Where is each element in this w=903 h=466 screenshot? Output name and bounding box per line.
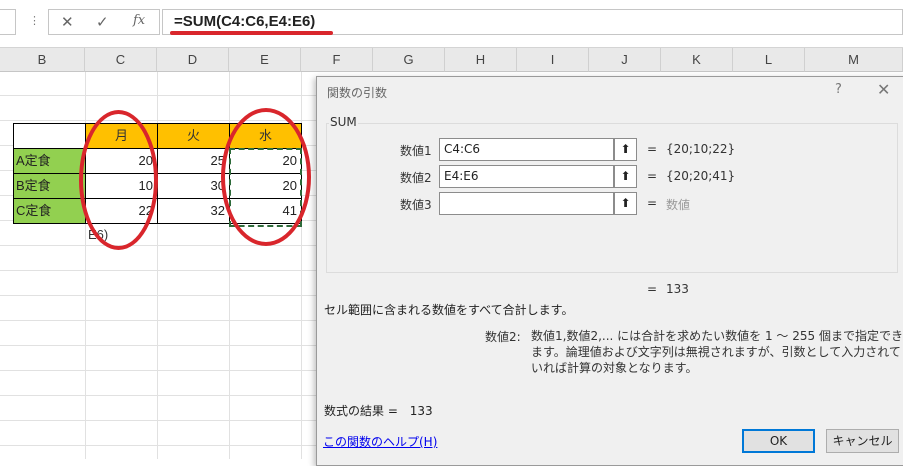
enter-icon[interactable]: ✓: [96, 13, 109, 31]
arg3-input[interactable]: [439, 192, 614, 215]
row-label-a[interactable]: A定食: [13, 148, 86, 174]
arg1-collapse-button[interactable]: ⬆: [614, 138, 637, 161]
cancel-icon[interactable]: ✕: [61, 13, 74, 31]
collapse-arrow-icon: ⬆: [620, 169, 631, 183]
formula-result-label: 数式の結果 =: [324, 404, 398, 418]
arg3-equals: =: [647, 196, 658, 210]
arg2-input[interactable]: E4:E6: [439, 165, 614, 188]
arg2-collapse-button[interactable]: ⬆: [614, 165, 637, 188]
arg2-label: 数値2: [400, 171, 432, 185]
function-arguments-dialog: 関数の引数 ? ✕ SUM 数値1 C4:C6 ⬆ = {20;10;22} 数…: [316, 76, 903, 466]
name-box[interactable]: [0, 9, 16, 35]
collapse-arrow-icon: ⬆: [620, 196, 631, 210]
column-header-d[interactable]: D: [157, 48, 229, 72]
function-name: SUM: [329, 115, 358, 129]
column-header-f[interactable]: F: [301, 48, 373, 72]
red-circle-annotation-c: [79, 110, 158, 250]
ok-button[interactable]: OK: [742, 429, 815, 453]
function-icon[interactable]: fx: [133, 13, 145, 28]
column-header-g[interactable]: G: [373, 48, 445, 72]
column-header-j[interactable]: J: [589, 48, 661, 72]
column-header-i[interactable]: I: [517, 48, 589, 72]
collapse-arrow-icon: ⬆: [620, 142, 631, 156]
function-help-link[interactable]: この関数のヘルプ(H): [323, 433, 437, 450]
formula-buttons: ✕ ✓ fx: [48, 9, 160, 35]
column-header-b[interactable]: B: [0, 48, 85, 72]
row-label-b[interactable]: B定食: [13, 173, 86, 199]
table-corner-cell[interactable]: [13, 123, 86, 149]
more-icon[interactable]: ⋮: [29, 14, 40, 27]
arg1-result: {20;10;22}: [666, 142, 736, 156]
formula-bar: ⋮ ✕ ✓ fx =SUM(C4:C6,E4:E6): [0, 0, 903, 48]
row-label-c[interactable]: C定食: [13, 198, 86, 224]
arg3-label: 数値3: [400, 198, 432, 212]
argument-name: 数値2:: [485, 330, 521, 344]
column-header-c[interactable]: C: [85, 48, 157, 72]
help-icon[interactable]: ?: [835, 82, 842, 97]
total-value: 133: [666, 282, 689, 296]
column-header-e[interactable]: E: [229, 48, 301, 72]
header-cell-tue[interactable]: 火: [157, 123, 230, 149]
cell-d4[interactable]: 25: [157, 148, 230, 174]
formula-underline-annotation: [170, 31, 333, 35]
arg2-equals: =: [647, 169, 658, 183]
function-description: セル範囲に含まれる数値をすべて合計します。: [324, 303, 574, 317]
arg2-result: {20;20;41}: [666, 169, 736, 183]
cell-d6[interactable]: 32: [157, 198, 230, 224]
red-circle-annotation-e: [221, 108, 311, 246]
cancel-button[interactable]: キャンセル: [826, 429, 899, 453]
arg1-label: 数値1: [400, 144, 432, 158]
dialog-title: 関数の引数: [327, 86, 388, 100]
column-header-h[interactable]: H: [445, 48, 517, 72]
arg3-collapse-button[interactable]: ⬆: [614, 192, 637, 215]
argument-description: 数値1,数値2,... には合計を求めたい数値を 1 ～ 255 個まで指定でき…: [531, 329, 903, 375]
formula-result-value: 133: [409, 404, 433, 418]
column-header-l[interactable]: L: [733, 48, 805, 72]
formula-result: 数式の結果 = 133: [324, 402, 433, 419]
column-header-k[interactable]: K: [661, 48, 733, 72]
column-header-m[interactable]: M: [805, 48, 903, 72]
arg3-result: 数値: [666, 198, 691, 212]
total-equals: =: [647, 282, 658, 296]
cell-d5[interactable]: 30: [157, 173, 230, 199]
arg1-equals: =: [647, 142, 658, 156]
arg1-input[interactable]: C4:C6: [439, 138, 614, 161]
close-icon[interactable]: ✕: [877, 80, 890, 99]
